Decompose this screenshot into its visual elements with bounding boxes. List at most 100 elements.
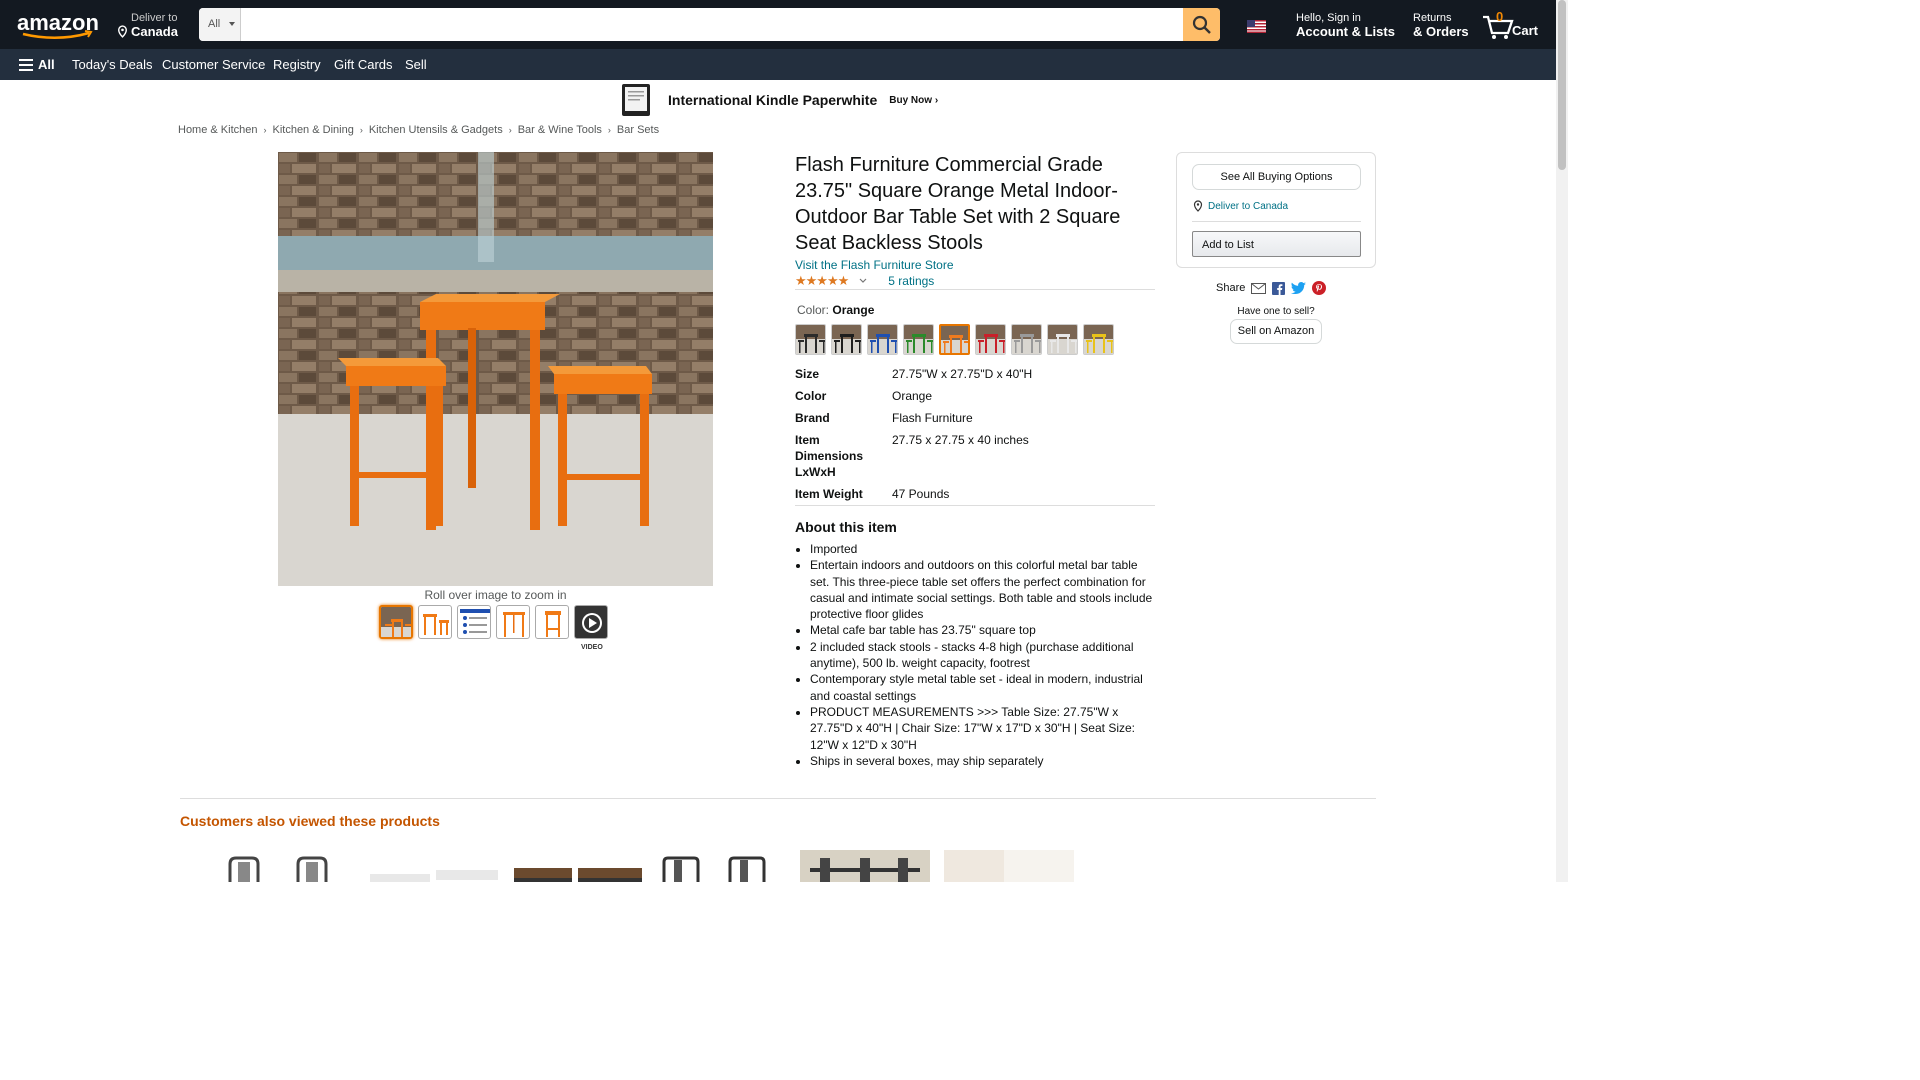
color-swatch[interactable]	[795, 324, 826, 355]
chevron-right-icon: ›	[607, 125, 611, 135]
color-swatch[interactable]	[903, 324, 934, 355]
swatch-thumbnail	[1012, 325, 1041, 354]
sell-on-amazon-button[interactable]: Sell on Amazon	[1230, 319, 1322, 344]
spec-key: Item Dimensions LxWxH	[795, 433, 864, 479]
swatch-thumbnail	[941, 326, 968, 353]
nav-registry[interactable]: Registry	[273, 57, 321, 72]
amazon-logo[interactable]: amazon	[17, 10, 99, 40]
recommended-product[interactable]	[226, 850, 356, 882]
swatch-thumbnail	[904, 325, 933, 354]
recommended-product[interactable]	[512, 850, 642, 882]
spec-value: 47 Pounds	[892, 487, 950, 501]
product-thumbnail	[370, 870, 498, 882]
ratings-count-link[interactable]: 5 ratings	[888, 274, 934, 288]
video-label: VIDEO	[581, 644, 603, 651]
hamburger-icon	[19, 58, 33, 71]
chevron-right-icon: ›	[359, 125, 363, 135]
breadcrumb-item[interactable]: Bar Sets	[617, 124, 659, 136]
divider	[180, 798, 1376, 799]
banner-buy-now[interactable]: Buy Now ›	[889, 95, 938, 106]
thumbnail-photo	[460, 609, 490, 634]
color-swatch[interactable]	[975, 324, 1006, 355]
thumbnail-photo	[381, 607, 411, 637]
add-to-list-button[interactable]: Add to List	[1192, 231, 1361, 257]
orders-label: & Orders	[1413, 24, 1469, 39]
breadcrumb-item[interactable]: Home & Kitchen	[178, 124, 257, 136]
nav-bar: All Today's Deals Customer Service Regis…	[0, 49, 1556, 80]
search-button[interactable]	[1183, 8, 1220, 41]
color-swatch[interactable]	[1011, 324, 1042, 355]
search-department-select[interactable]: All	[199, 8, 241, 41]
email-icon[interactable]	[1251, 282, 1267, 294]
product-photo	[278, 152, 713, 586]
cart-button[interactable]: 0 Cart	[1481, 9, 1541, 41]
nav-customer-service[interactable]: Customer Service	[162, 57, 265, 72]
recommended-product[interactable]	[800, 850, 930, 882]
us-flag-icon[interactable]	[1247, 20, 1266, 33]
thumbnail-image[interactable]	[496, 605, 530, 639]
page-scrollbar[interactable]	[1556, 0, 1568, 882]
breadcrumb-item[interactable]: Kitchen & Dining	[272, 124, 353, 136]
color-swatches	[795, 324, 1114, 355]
returns-orders-link[interactable]: Returns & Orders	[1413, 12, 1469, 39]
share-row: Share	[1216, 281, 1327, 295]
thumbnail-image[interactable]	[457, 605, 491, 639]
breadcrumb: Home & Kitchen › Kitchen & Dining › Kitche…	[178, 124, 659, 136]
color-swatch[interactable]	[867, 324, 898, 355]
share-label: Share	[1216, 282, 1246, 294]
account-lists-menu[interactable]: Hello, Sign in Account & Lists	[1296, 12, 1395, 39]
color-swatch[interactable]	[1083, 324, 1114, 355]
thumbnail-image[interactable]	[379, 605, 413, 639]
product-thumbnail	[228, 856, 328, 882]
breadcrumb-item[interactable]: Kitchen Utensils & Gadgets	[369, 124, 503, 136]
swatch-thumbnail	[868, 325, 897, 354]
recommended-product[interactable]	[944, 850, 1074, 882]
recommended-product[interactable]	[654, 850, 784, 882]
feature-bullet: Imported	[810, 541, 1156, 557]
spec-key: Color	[795, 389, 827, 403]
star-rating-icon[interactable]: ★★★★★	[795, 273, 849, 289]
account-greeting: Hello, Sign in	[1296, 12, 1361, 24]
feature-bullet: Contemporary style metal table set - ide…	[810, 671, 1156, 704]
play-icon	[582, 613, 602, 633]
thumbnail-image[interactable]	[535, 605, 569, 639]
top-header: amazon Deliver to Canada All Hello, Sign…	[0, 0, 1556, 49]
nav-todays-deals[interactable]: Today's Deals	[72, 57, 153, 72]
product-thumbnail	[514, 868, 642, 882]
feature-bullet: Ships in several boxes, may ship separat…	[810, 753, 1156, 769]
color-swatch[interactable]	[939, 324, 970, 355]
twitter-icon[interactable]	[1291, 282, 1307, 294]
all-menu-button[interactable]: All	[19, 57, 55, 72]
deliver-to-link[interactable]: Deliver to Canada	[1192, 200, 1288, 212]
thumbnail-image[interactable]	[418, 605, 452, 639]
thumbnail-video[interactable]	[574, 605, 608, 639]
nav-sell[interactable]: Sell	[405, 57, 427, 72]
product-main-image[interactable]	[278, 152, 713, 586]
feature-bullets: Imported Entertain indoors and outdoors …	[810, 541, 1156, 769]
kindle-banner[interactable]: International Kindle Paperwhite Buy Now …	[620, 83, 940, 117]
about-heading: About this item	[795, 519, 897, 535]
facebook-icon[interactable]	[1272, 281, 1286, 295]
chevron-down-icon[interactable]	[858, 277, 868, 285]
color-swatch[interactable]	[831, 324, 862, 355]
thumbnail-photo	[545, 611, 561, 637]
feature-bullet: PRODUCT MEASUREMENTS >>> Table Size: 27.…	[810, 704, 1156, 753]
pinterest-icon[interactable]	[1312, 281, 1327, 295]
spec-value: Flash Furniture	[892, 411, 973, 425]
image-thumbnails	[379, 605, 608, 639]
deliver-to-selector[interactable]: Deliver to Canada	[116, 12, 191, 39]
buy-box: See All Buying Options Deliver to Canada…	[1176, 152, 1376, 268]
spec-row: Brand Flash Furniture	[795, 410, 1155, 426]
scrollbar-thumb[interactable]	[1558, 0, 1566, 170]
search-input[interactable]	[241, 8, 1183, 41]
store-link[interactable]: Visit the Flash Furniture Store	[795, 258, 954, 272]
color-swatch[interactable]	[1047, 324, 1078, 355]
breadcrumb-item[interactable]: Bar & Wine Tools	[518, 124, 602, 136]
recommended-product[interactable]	[368, 850, 498, 882]
divider	[795, 505, 1155, 506]
product-title: Flash Furniture Commercial Grade 23.75" …	[795, 154, 1121, 254]
nav-gift-cards[interactable]: Gift Cards	[334, 57, 393, 72]
see-all-buying-options-button[interactable]: See All Buying Options	[1192, 164, 1361, 190]
location-pin-icon	[1193, 200, 1203, 212]
thumbnail-photo	[503, 612, 525, 637]
